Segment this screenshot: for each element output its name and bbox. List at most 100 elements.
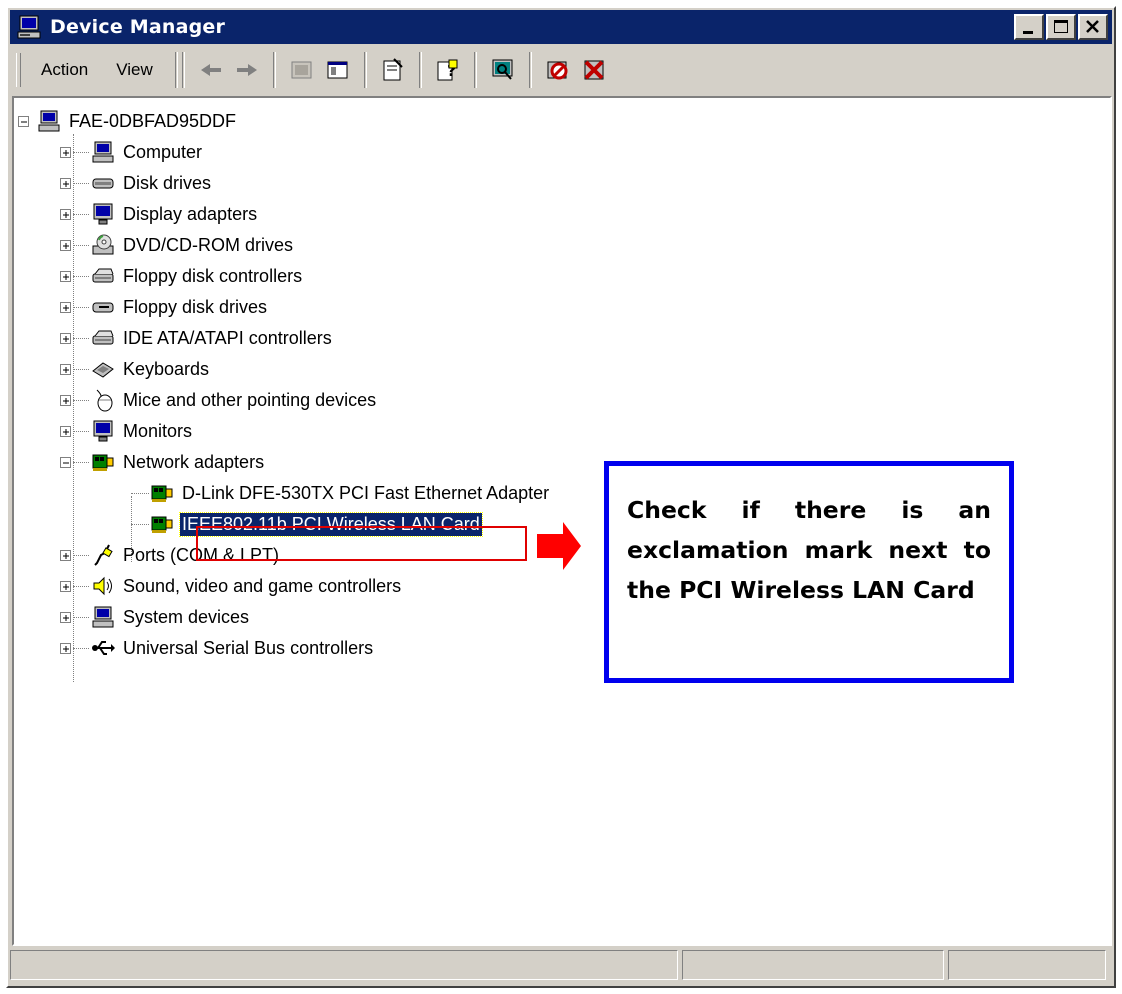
annotation-text: Check if there is an exclamation mark ne… [627, 496, 991, 604]
minimize-button[interactable] [1014, 14, 1044, 40]
maximize-icon [1054, 20, 1068, 33]
tree-connector [73, 617, 89, 618]
tree-connector [73, 338, 89, 339]
expand-toggle[interactable] [60, 239, 71, 251]
tree-item-floppy-disk-drives[interactable]: Floppy disk drives [60, 292, 269, 322]
uninstall-device-icon [584, 60, 604, 80]
up-button[interactable] [287, 54, 317, 86]
tree-item-label: Disk drives [123, 172, 212, 193]
maximize-button[interactable] [1046, 14, 1076, 40]
expand-toggle[interactable] [60, 363, 71, 375]
tree-item-dvd-cdrom-drives[interactable]: DVD/CD-ROM drives [60, 230, 295, 260]
menu-view[interactable]: View [102, 60, 167, 80]
expand-toggle[interactable] [60, 394, 71, 406]
expand-toggle[interactable] [60, 146, 71, 158]
toolbar-grip[interactable] [16, 53, 21, 87]
device-highlight-box [196, 526, 527, 561]
help-button[interactable]: ? [433, 54, 463, 86]
scan-hardware-button[interactable] [488, 54, 518, 86]
controller-icon [92, 268, 114, 283]
tree-connector [73, 555, 89, 556]
back-button[interactable] [196, 54, 226, 86]
tree-connector [73, 152, 89, 153]
toolbar-separator [418, 52, 422, 88]
window-title: Device Manager [50, 16, 226, 38]
keyboard-icon [92, 362, 114, 378]
tree-item-dlink-adapter[interactable]: D-Link DFE-530TX PCI Fast Ethernet Adapt… [120, 478, 551, 508]
plus-icon [63, 428, 69, 435]
annotation-callout: Check if there is an exclamation mark ne… [604, 461, 1014, 683]
toolbar-separator [174, 52, 178, 88]
tree-root-label: FAE-0DBFAD95DDF [69, 110, 237, 131]
tree-item-disk-drives[interactable]: Disk drives [60, 168, 213, 198]
collapse-toggle[interactable] [18, 115, 29, 127]
tree-item-keyboards[interactable]: Keyboards [60, 354, 211, 384]
close-button[interactable] [1078, 14, 1108, 40]
expand-toggle[interactable] [60, 642, 71, 654]
plus-icon [63, 304, 69, 311]
computer-icon [17, 15, 41, 39]
up-folder-icon [291, 61, 312, 79]
cdrom-icon [92, 234, 114, 255]
show-hide-tree-button[interactable] [323, 54, 353, 86]
plus-icon [63, 645, 69, 652]
tree-item-usb-controllers[interactable]: Universal Serial Bus controllers [60, 633, 375, 663]
tree-item-label: DVD/CD-ROM drives [123, 234, 294, 255]
expand-toggle[interactable] [60, 549, 71, 561]
tree-item-label: Mice and other pointing devices [123, 389, 377, 410]
title-bar[interactable]: Device Manager [10, 10, 1112, 44]
tree-item-label: Monitors [123, 420, 193, 441]
status-panel [10, 950, 678, 980]
tree-item-label: Display adapters [123, 203, 258, 224]
expand-toggle[interactable] [60, 425, 71, 437]
minimize-icon [1023, 31, 1033, 34]
show-hide-tree-icon [327, 61, 348, 79]
tree-item-ide-controllers[interactable]: IDE ATA/ATAPI controllers [60, 323, 334, 353]
close-icon [1086, 20, 1099, 33]
tree-item-monitors[interactable]: Monitors [60, 416, 194, 446]
expand-toggle[interactable] [60, 177, 71, 189]
tree-item-floppy-disk-controllers[interactable]: Floppy disk controllers [60, 261, 304, 291]
controller-icon [92, 330, 114, 345]
usb-icon [92, 641, 115, 655]
window-controls [1012, 14, 1108, 40]
uninstall-device-button[interactable] [579, 54, 609, 86]
menu-action[interactable]: Action [27, 60, 102, 80]
tree-item-mice[interactable]: Mice and other pointing devices [60, 385, 378, 415]
collapse-toggle[interactable] [60, 456, 71, 468]
tree-connector [73, 431, 89, 432]
tree-connector [131, 524, 149, 525]
tree-item-system-devices[interactable]: System devices [60, 602, 251, 632]
computer-icon [38, 110, 60, 132]
expand-toggle[interactable] [60, 208, 71, 220]
tree-connector [73, 648, 89, 649]
network-card-icon [92, 454, 114, 471]
tree-item-network-adapters[interactable]: Network adapters [60, 447, 266, 477]
properties-button[interactable] [378, 54, 408, 86]
minus-icon [21, 121, 27, 122]
expand-toggle[interactable] [60, 301, 71, 313]
expand-toggle[interactable] [60, 270, 71, 282]
toolbar-separator [272, 52, 276, 88]
expand-toggle[interactable] [60, 611, 71, 623]
mouse-icon [96, 389, 113, 412]
toolbar-separator [181, 52, 185, 88]
display-adapter-icon [93, 203, 113, 225]
expand-toggle[interactable] [60, 332, 71, 344]
tree-connector [73, 307, 89, 308]
scan-hardware-icon [492, 59, 513, 80]
tree-item-label: Floppy disk controllers [123, 265, 303, 286]
tree-item-sound-video-game[interactable]: Sound, video and game controllers [60, 571, 403, 601]
tree-connector [73, 462, 89, 463]
plus-icon [63, 552, 69, 559]
tree-item-computer[interactable]: Computer [60, 137, 204, 167]
toolbar-separator [473, 52, 477, 88]
tree-item-display-adapters[interactable]: Display adapters [60, 199, 259, 229]
forward-button[interactable] [232, 54, 262, 86]
plus-icon [63, 397, 69, 404]
expand-toggle[interactable] [60, 580, 71, 592]
toolbar-separator [363, 52, 367, 88]
tree-item-label: D-Link DFE-530TX PCI Fast Ethernet Adapt… [182, 482, 550, 503]
disable-device-button[interactable] [543, 54, 573, 86]
tree-root[interactable]: FAE-0DBFAD95DDF [18, 106, 238, 136]
